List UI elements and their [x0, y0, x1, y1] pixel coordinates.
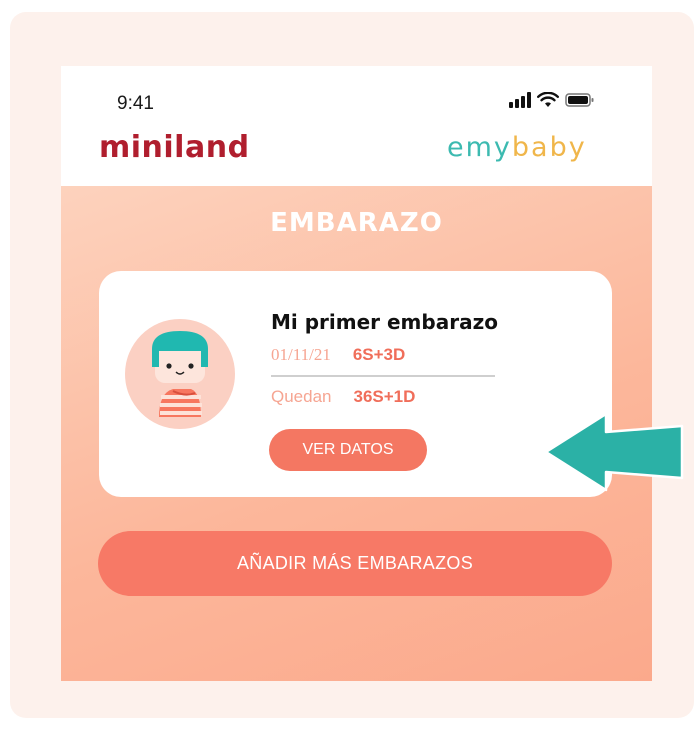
- pointer-arrow-icon: [544, 412, 684, 492]
- current-week: 6S+3D: [352, 345, 406, 364]
- app-header: 9:41 miniland emybaby: [61, 66, 652, 186]
- pregnancy-card[interactable]: Mi primer embarazo 01/11/21 6S+3D Quedan 3…: [99, 271, 612, 497]
- pregnancy-title: Mi primer embarazo: [271, 310, 498, 334]
- emybaby-logo: emybaby: [447, 132, 587, 163]
- miniland-logo: miniland: [99, 130, 250, 165]
- phone-screen: 9:41 miniland emybaby EMBARAZO Mi primer…: [61, 66, 652, 681]
- signal-icon: [509, 91, 531, 113]
- status-icons: [509, 91, 595, 113]
- battery-icon: [565, 92, 595, 113]
- remaining-row: Quedan 36S+1D: [271, 387, 415, 407]
- divider: [271, 375, 495, 377]
- pregnancy-date: 01/11/21: [271, 345, 331, 364]
- status-time: 9:41: [117, 93, 154, 114]
- emybaby-logo-baby: baby: [511, 132, 587, 163]
- pregnancy-date-row: 01/11/21 6S+3D: [271, 345, 405, 365]
- wifi-icon: [537, 91, 559, 113]
- page-title: EMBARAZO: [270, 208, 443, 238]
- view-data-button[interactable]: VER DATOS: [269, 429, 427, 471]
- pregnant-woman-avatar-icon: [125, 319, 235, 429]
- emybaby-logo-emy: emy: [447, 132, 512, 163]
- remaining-value: 36S+1D: [353, 387, 416, 406]
- add-pregnancy-button[interactable]: AÑADIR MÁS EMBARAZOS: [98, 531, 612, 596]
- remaining-label: Quedan: [271, 387, 332, 406]
